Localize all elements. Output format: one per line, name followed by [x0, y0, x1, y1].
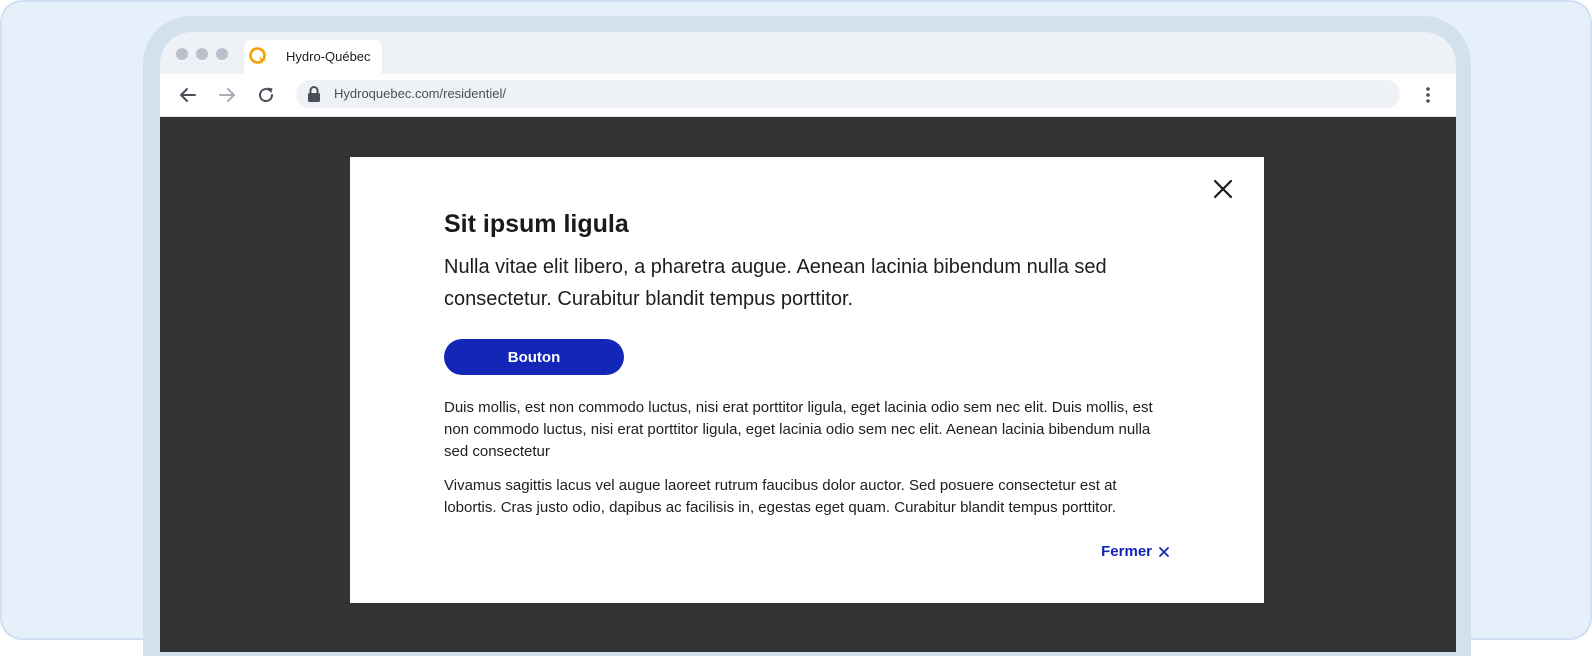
hydro-quebec-logo-icon	[249, 47, 267, 66]
close-small-icon	[1159, 546, 1169, 557]
primary-button[interactable]: Bouton	[444, 339, 624, 375]
modal-dialog: Sit ipsum ligula Nulla vitae elit libero…	[350, 157, 1264, 603]
window-minimize-dot[interactable]	[196, 48, 208, 60]
tab-title: Hydro-Québec	[286, 49, 371, 64]
browser-window: Hydro-Québec Hydroquebec.com/residentiel…	[160, 32, 1456, 652]
close-link-label: Fermer	[1101, 543, 1152, 560]
kebab-menu-icon[interactable]	[1418, 85, 1438, 105]
modal-content: Sit ipsum ligula Nulla vitae elit libero…	[444, 205, 1172, 519]
browser-tab[interactable]: Hydro-Québec	[244, 40, 382, 75]
url-text: Hydroquebec.com/residentiel/	[334, 86, 506, 101]
close-link[interactable]: Fermer	[1101, 543, 1170, 560]
window-controls	[176, 48, 228, 60]
arrow-left-icon[interactable]	[177, 84, 199, 106]
address-bar[interactable]: Hydroquebec.com/residentiel/	[296, 80, 1400, 108]
modal-title: Sit ipsum ligula	[444, 210, 629, 238]
modal-paragraph: Vivamus sagittis lacus vel augue laoreet…	[444, 477, 1117, 516]
close-icon[interactable]	[1212, 178, 1234, 200]
modal-paragraph: Duis mollis, est non commodo luctus, nis…	[444, 399, 1153, 460]
lock-icon	[308, 86, 320, 102]
page-overlay: Sit ipsum ligula Nulla vitae elit libero…	[160, 117, 1456, 652]
window-close-dot[interactable]	[176, 48, 188, 60]
reload-icon[interactable]	[255, 84, 277, 106]
modal-lead-text: Nulla vitae elit libero, a pharetra augu…	[444, 256, 1107, 310]
browser-toolbar: Hydroquebec.com/residentiel/	[160, 74, 1456, 117]
arrow-right-icon[interactable]	[216, 84, 238, 106]
window-maximize-dot[interactable]	[216, 48, 228, 60]
